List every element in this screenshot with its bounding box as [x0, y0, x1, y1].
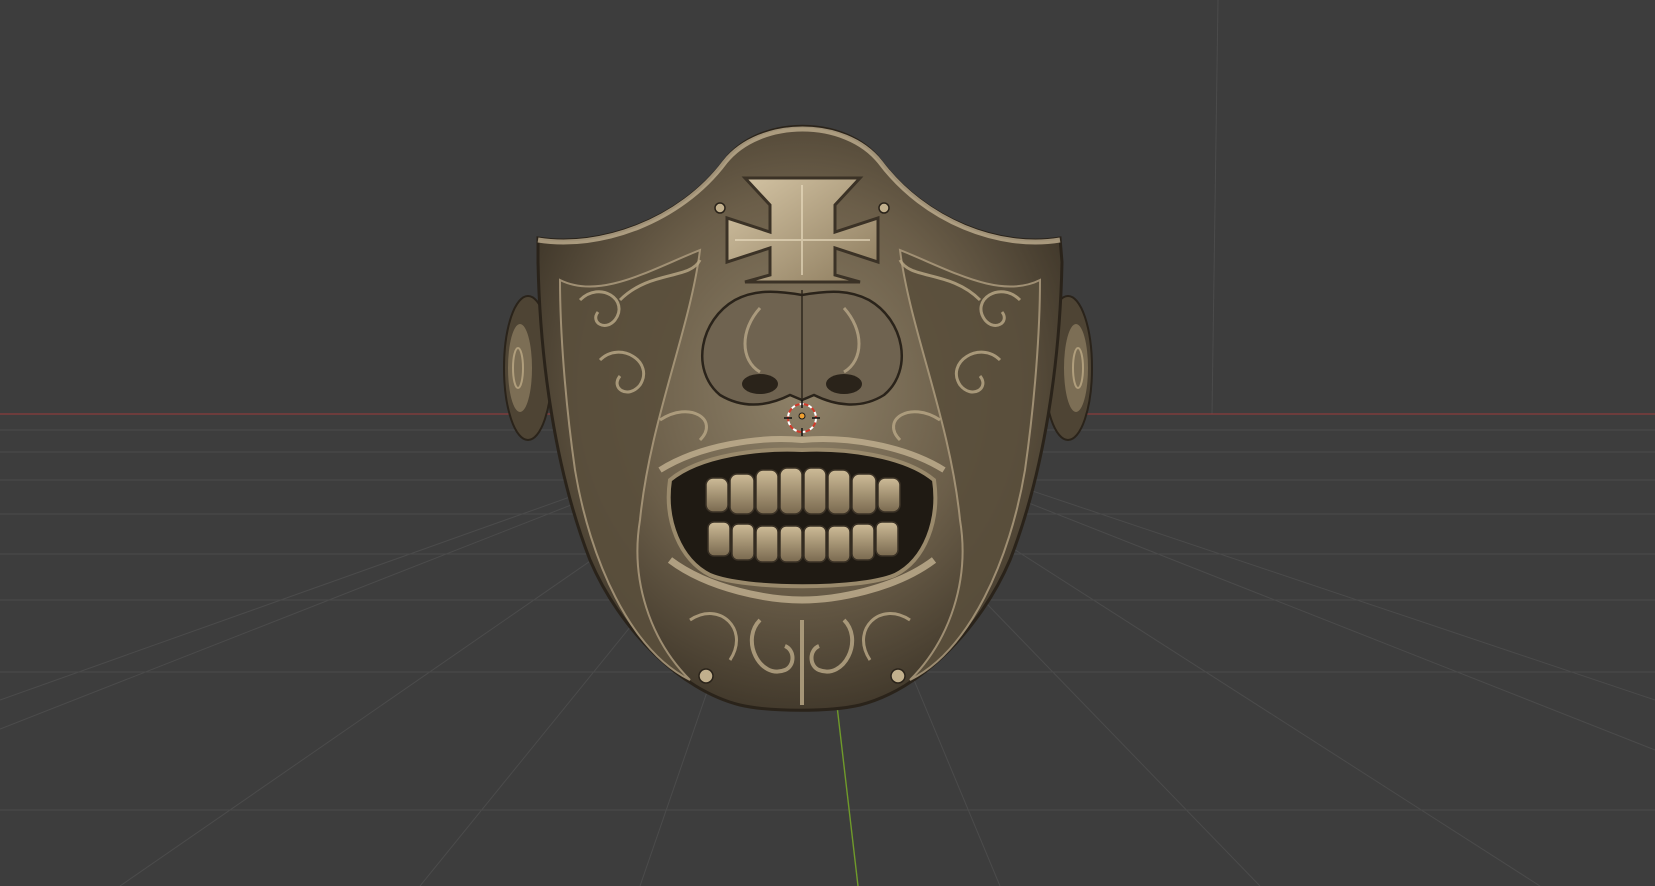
3d-viewport[interactable]: [0, 0, 1655, 886]
mask-object[interactable]: [503, 124, 1093, 712]
object-origin-icon: [798, 412, 806, 420]
viewport-canvas[interactable]: [0, 0, 1655, 886]
mask-nose: [701, 290, 903, 406]
mask-mouth: [658, 436, 946, 604]
